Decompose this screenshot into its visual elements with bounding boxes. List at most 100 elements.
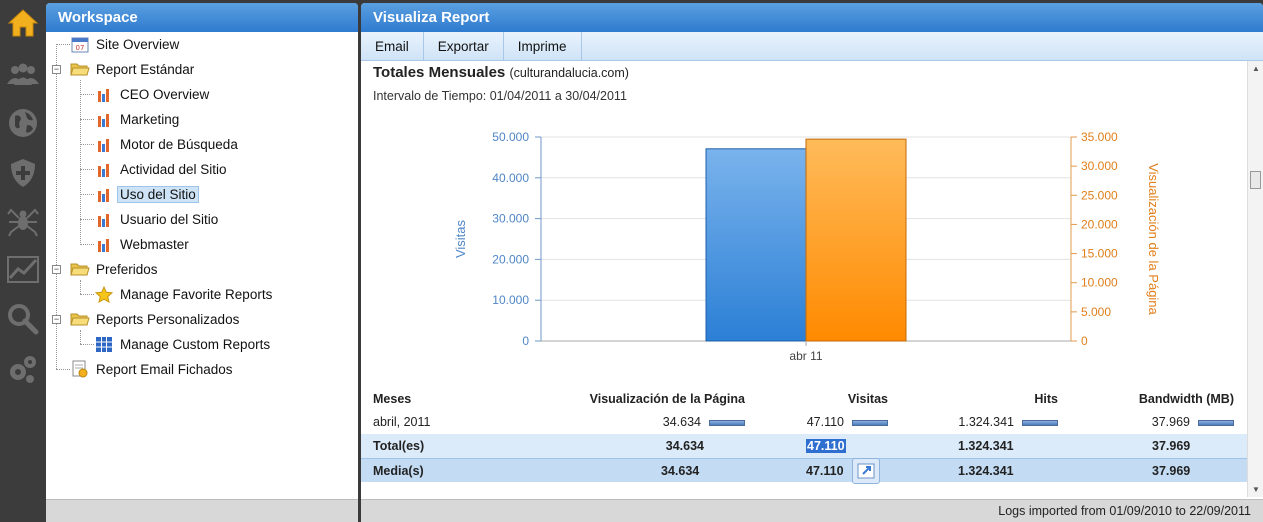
collapse-toggle-report-estandar[interactable]: − (52, 65, 61, 74)
y-tick-label: 20.000 (492, 252, 529, 266)
cell-media-bandwidth: 37.969 (1152, 464, 1191, 478)
tree-folder-report-estandar[interactable]: Report Estándar (70, 58, 197, 80)
bar-visualizaci-n-de-la-p-gina (805, 138, 907, 342)
table-row-media: Media(s) 34.634 47.110 1.324.341 37.969 (361, 458, 1247, 482)
collapse-toggle-reports-personalizados[interactable]: − (52, 315, 61, 324)
calendar-icon: 07 (70, 35, 90, 53)
tree-item-webmaster[interactable]: Webmaster (94, 233, 192, 255)
users-icon[interactable] (0, 52, 46, 98)
imprime-button[interactable]: Imprime (504, 32, 582, 60)
bar-chart-icon (94, 135, 114, 153)
open-folder-icon (70, 260, 90, 278)
tree-item-site-overview[interactable]: 07 Site Overview (70, 33, 182, 55)
bar-chart-icon (94, 210, 114, 228)
y-tick-label: 50.000 (492, 130, 529, 144)
col-visitas: Visitas (847, 392, 888, 406)
star-icon (94, 285, 114, 303)
cell-total-vis-pagina: 34.634 (665, 439, 704, 453)
open-folder-icon (70, 60, 90, 78)
workspace-panel: Workspace − − − 07 Site Overview Report … (46, 3, 358, 522)
trend-chart-icon[interactable] (0, 246, 46, 292)
grid-table-icon (94, 335, 114, 353)
document-clock-icon (70, 360, 90, 378)
tree-item-uso-sitio[interactable]: Uso del Sitio (94, 183, 199, 205)
tree-item-ceo-overview[interactable]: CEO Overview (94, 83, 212, 105)
y2-tick-label: 10.000 (1081, 276, 1118, 290)
search-icon[interactable] (0, 296, 46, 342)
y-tick-label: 30.000 (492, 212, 529, 226)
cell-total-bandwidth: 37.969 (1152, 439, 1191, 453)
table-row: abril, 2011 34.634 47.110 1.324.341 37.9… (361, 410, 1247, 434)
tree-item-usuario-sitio[interactable]: Usuario del Sitio (94, 208, 221, 230)
gears-icon[interactable] (0, 346, 46, 392)
col-hits: Hits (1034, 392, 1058, 406)
bar-chart-icon (94, 160, 114, 178)
icon-rail (0, 0, 46, 522)
cell-bandwidth: 37.969 (1152, 415, 1234, 429)
report-interval: Intervalo de Tiempo: 01/04/2011 a 30/04/… (373, 89, 627, 103)
email-button[interactable]: Email (361, 32, 424, 60)
mini-bar (852, 419, 888, 426)
home-icon[interactable] (0, 0, 46, 46)
table-header: Meses Visualización de la Página Visitas… (361, 387, 1247, 411)
bar-chart-icon (94, 110, 114, 128)
cell-visitas: 47.110 (807, 415, 888, 429)
bar-chart-icon (94, 235, 114, 253)
cell-media-visitas: 47.110 (806, 464, 844, 478)
tree-item-marketing[interactable]: Marketing (94, 108, 182, 130)
y-axis-title: Visitas (453, 219, 468, 258)
y-tick-label: 10.000 (492, 293, 529, 307)
mini-bar (709, 419, 745, 426)
report-panel: Visualiza Report Email Exportar Imprime … (361, 3, 1263, 522)
tree-item-manage-custom[interactable]: Manage Custom Reports (94, 333, 273, 355)
col-meses: Meses (373, 392, 412, 406)
scroll-thumb[interactable] (1250, 171, 1261, 189)
cell-total-hits: 1.324.341 (958, 439, 1014, 453)
tree-item-motor-busqueda[interactable]: Motor de Búsqueda (94, 133, 241, 155)
tree-folder-preferidos[interactable]: Preferidos (70, 258, 161, 280)
y2-tick-label: 35.000 (1081, 130, 1118, 144)
bar-visitas (705, 148, 807, 342)
y2-tick-label: 25.000 (1081, 188, 1118, 202)
cell-media-vis-pagina: 34.634 (661, 464, 700, 478)
exportar-button[interactable]: Exportar (424, 32, 504, 60)
monthly-totals-chart: 0 10.000 20.000 30.000 40.000 50.000 0 5.000 10.… (453, 130, 1161, 363)
report-domain: (culturandalucia.com) (509, 66, 629, 80)
globe-icon[interactable] (0, 100, 46, 146)
y2-tick-label: 5.000 (1081, 305, 1111, 319)
table-row-total: Total(es) 34.634 47.110 1.324.341 37.969 (361, 434, 1247, 458)
bar-chart-icon (94, 185, 114, 203)
col-bandwidth: Bandwidth (MB) (1138, 392, 1234, 406)
cell-media-hits: 1.324.341 (958, 464, 1014, 478)
report-footer: Logs imported from 01/09/2010 to 22/09/2… (361, 499, 1263, 522)
y2-tick-label: 0 (1081, 334, 1088, 348)
report-panel-title: Visualiza Report (361, 3, 1263, 32)
y2-tick-label: 20.000 (1081, 217, 1118, 231)
x-tick-label: abr 11 (789, 349, 822, 363)
y2-tick-label: 15.000 (1081, 247, 1118, 261)
cell-total-visitas[interactable]: 47.110 (806, 439, 846, 453)
cell-media-label: Media(s) (373, 464, 424, 478)
mini-bar (1022, 419, 1058, 426)
workspace-footer (46, 499, 358, 522)
col-vis-pagina: Visualización de la Página (589, 392, 745, 406)
tree-item-report-email[interactable]: Report Email Fichados (70, 358, 236, 380)
cell-mes: abril, 2011 (373, 415, 431, 429)
report-heading-text: Totales Mensuales (373, 64, 506, 81)
report-toolbar: Email Exportar Imprime (361, 32, 1263, 61)
scroll-up-icon[interactable]: ▲ (1252, 64, 1260, 73)
y-tick-label: 0 (522, 334, 529, 348)
vertical-scrollbar[interactable]: ▲ ▼ (1247, 61, 1263, 497)
popup-expand-icon[interactable] (852, 458, 880, 484)
scroll-down-icon[interactable]: ▼ (1252, 485, 1260, 494)
spider-icon[interactable] (0, 198, 46, 244)
workspace-title: Workspace (46, 3, 358, 32)
shield-plus-icon[interactable] (0, 150, 46, 196)
tree-item-manage-favorite[interactable]: Manage Favorite Reports (94, 283, 275, 305)
cell-vis-pagina: 34.634 (663, 415, 745, 429)
y2-axis-title: Visualización de la Página (1146, 163, 1161, 315)
collapse-toggle-preferidos[interactable]: − (52, 265, 61, 274)
tree-item-actividad-sitio[interactable]: Actividad del Sitio (94, 158, 230, 180)
report-content: Totales Mensuales (culturandalucia.com) … (361, 61, 1247, 497)
tree-folder-reports-personalizados[interactable]: Reports Personalizados (70, 308, 242, 330)
